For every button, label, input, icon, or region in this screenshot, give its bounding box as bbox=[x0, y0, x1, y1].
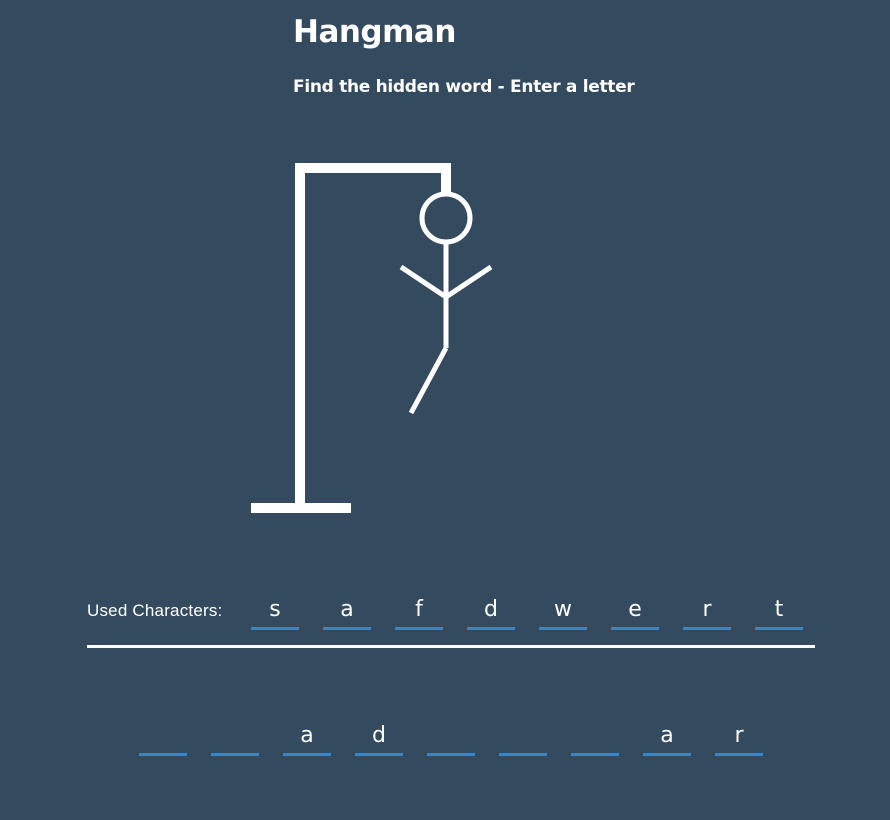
word-letter-slot bbox=[427, 720, 475, 756]
used-characters-list: s a f d w e r t bbox=[251, 594, 803, 630]
used-characters-label: Used Characters: bbox=[87, 601, 223, 620]
word-letter-slot: a bbox=[643, 720, 691, 756]
word-letter-slot bbox=[499, 720, 547, 756]
hangman-drawing bbox=[251, 163, 493, 513]
used-letter: s bbox=[251, 594, 299, 630]
figure-right-arm bbox=[444, 264, 493, 300]
word-letter-slot: d bbox=[355, 720, 403, 756]
word-letter-slot bbox=[571, 720, 619, 756]
word-letter-slot: r bbox=[715, 720, 763, 756]
used-letter: d bbox=[467, 594, 515, 630]
word-letter-slot bbox=[211, 720, 259, 756]
used-letter: t bbox=[755, 594, 803, 630]
divider bbox=[87, 645, 815, 648]
figure-head bbox=[419, 191, 473, 245]
word-letter-slot bbox=[139, 720, 187, 756]
used-letter: r bbox=[683, 594, 731, 630]
word-letter-slot: a bbox=[283, 720, 331, 756]
figure-left-arm bbox=[399, 264, 448, 300]
used-letter: w bbox=[539, 594, 587, 630]
hidden-word: a d a r bbox=[139, 720, 763, 756]
figure-left-leg bbox=[408, 346, 449, 415]
used-letter: e bbox=[611, 594, 659, 630]
used-letter: f bbox=[395, 594, 443, 630]
used-letter: a bbox=[323, 594, 371, 630]
